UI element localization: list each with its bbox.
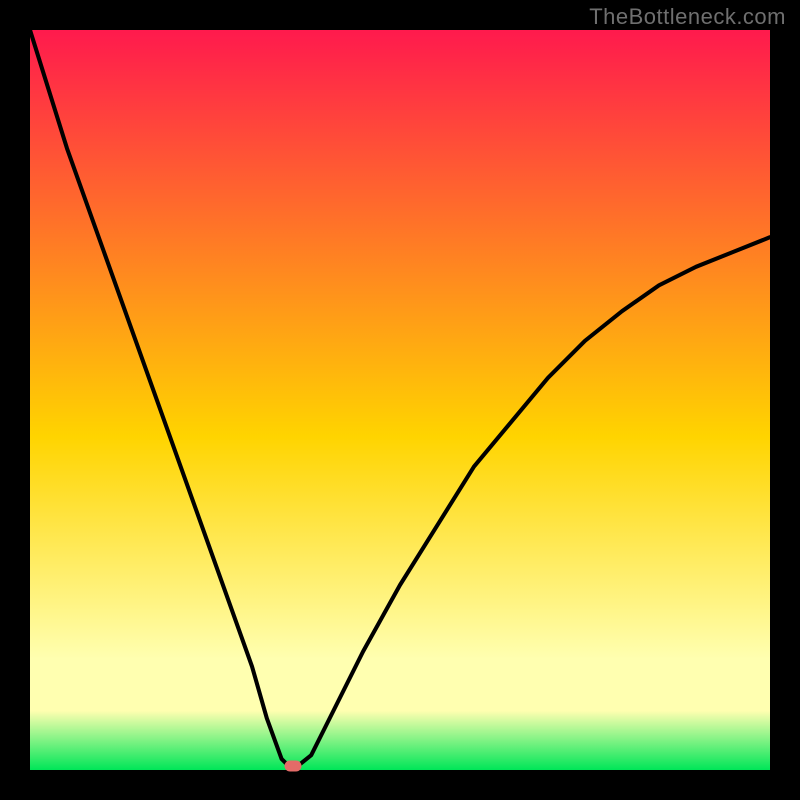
watermark-text: TheBottleneck.com <box>589 4 786 30</box>
chart-frame: TheBottleneck.com <box>0 0 800 800</box>
gradient-background <box>30 30 770 770</box>
optimal-point-marker <box>284 761 301 772</box>
bottleneck-chart <box>30 30 770 770</box>
